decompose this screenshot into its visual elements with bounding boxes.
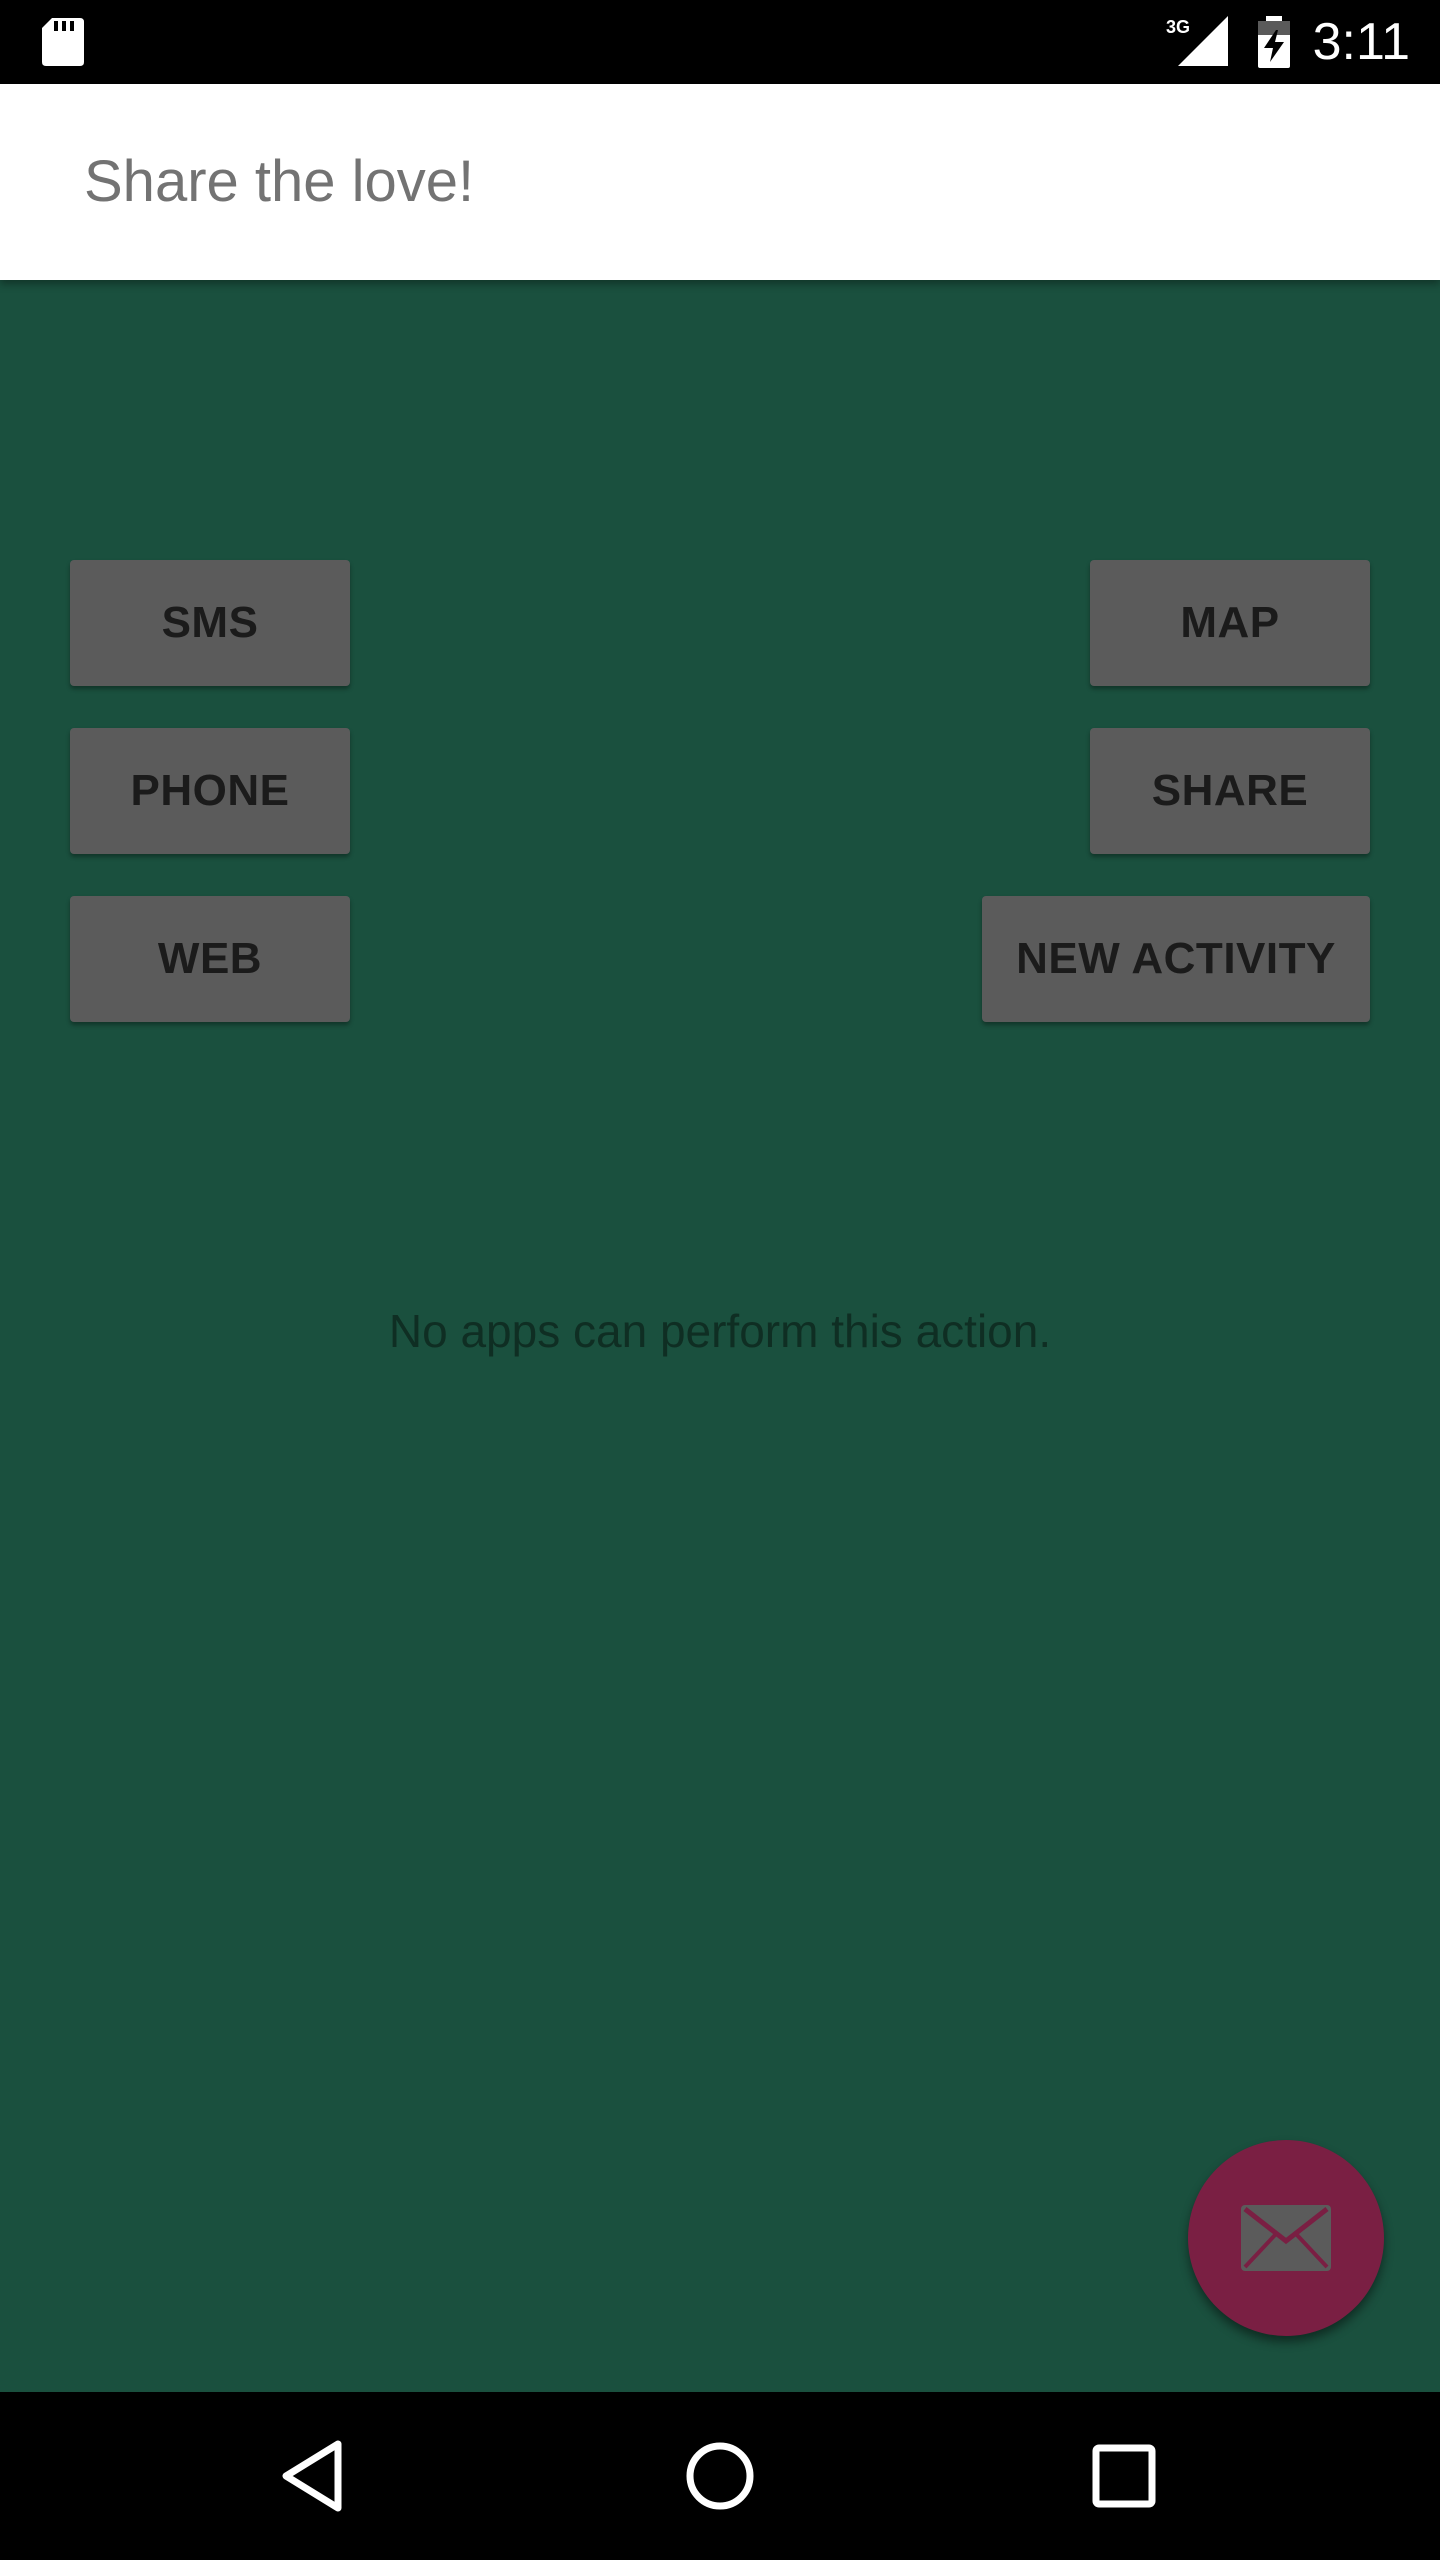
network-type-label: 3G xyxy=(1166,17,1190,37)
home-icon[interactable] xyxy=(680,2436,760,2516)
map-button[interactable]: MAP xyxy=(1090,560,1370,686)
sms-button[interactable]: SMS xyxy=(70,560,350,686)
email-fab-button[interactable] xyxy=(1188,2140,1384,2336)
navigation-bar xyxy=(0,2392,1440,2560)
signal-icon: 3G xyxy=(1166,16,1228,66)
sd-card-icon xyxy=(42,18,84,66)
recents-icon[interactable] xyxy=(1084,2436,1164,2516)
status-bar: 3G 3:11 xyxy=(0,0,1440,84)
share-button[interactable]: SHARE xyxy=(1090,728,1370,854)
battery-charging-icon xyxy=(1258,16,1290,68)
back-icon[interactable] xyxy=(276,2436,356,2516)
new-activity-button[interactable]: NEW ACTIVITY xyxy=(982,896,1370,1022)
screen: 3G 3:11 Share the love! SMS PHONE WEB MA… xyxy=(0,0,1440,2560)
mail-icon xyxy=(1241,2205,1331,2271)
no-apps-message: No apps can perform this action. xyxy=(388,1305,1052,1357)
web-button[interactable]: WEB xyxy=(70,896,350,1022)
main-content: SMS PHONE WEB MAP SHARE NEW ACTIVITY No … xyxy=(0,280,1440,2392)
status-time: 3:11 xyxy=(1312,13,1410,71)
app-title: Share the love! xyxy=(84,149,475,214)
phone-button[interactable]: PHONE xyxy=(70,728,350,854)
app-bar: Share the love! xyxy=(0,84,1440,280)
